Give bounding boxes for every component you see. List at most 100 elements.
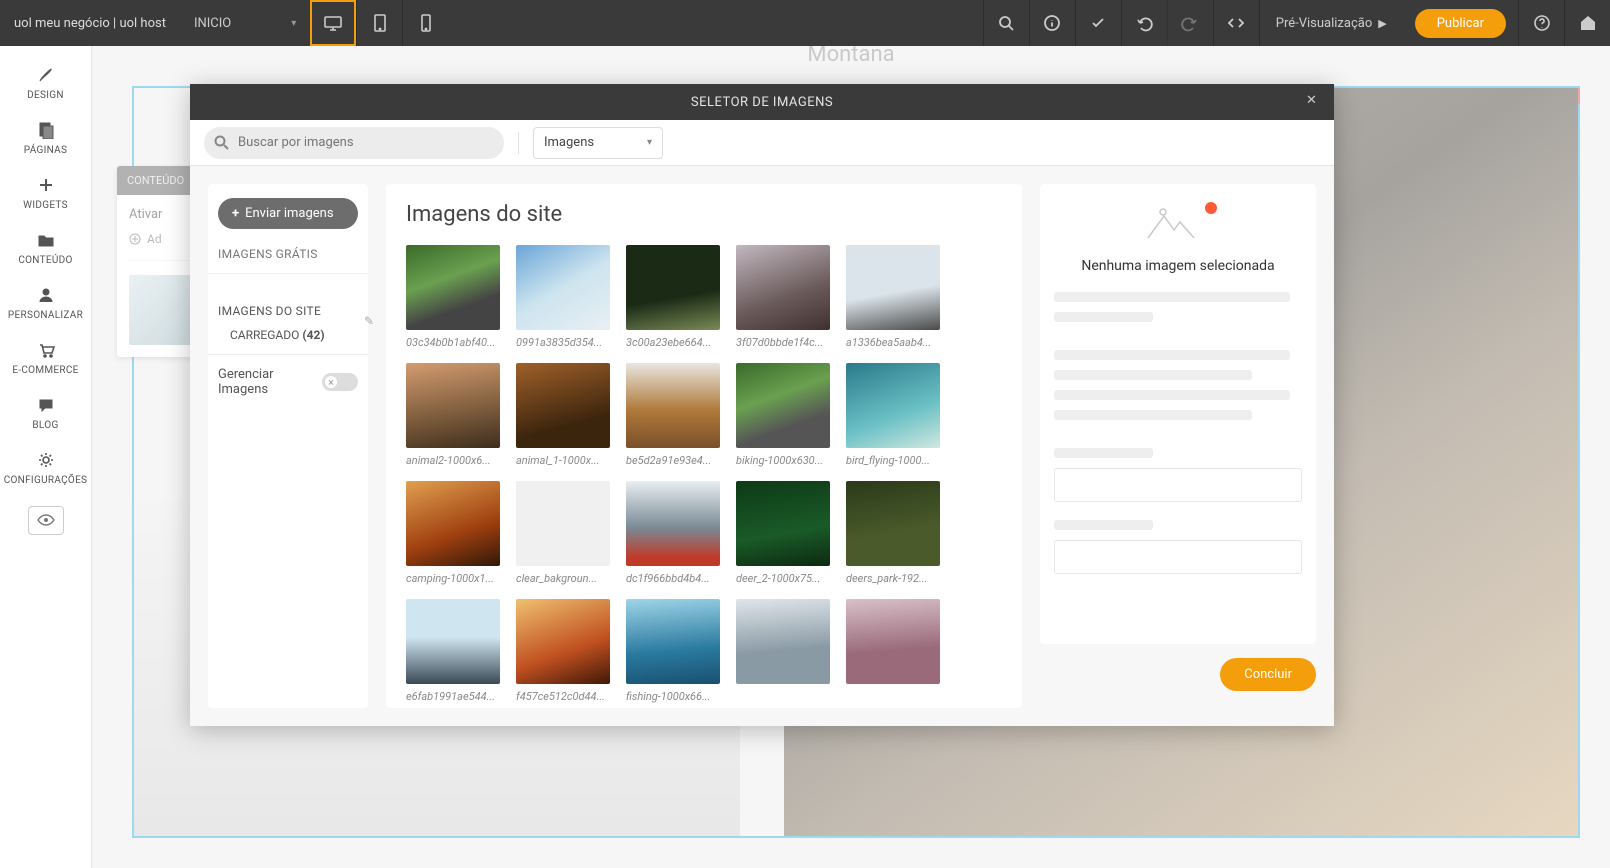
sidebar-item-design[interactable]: DESIGN <box>0 56 92 111</box>
site-images-section[interactable]: IMAGENS DO SITE <box>218 304 358 318</box>
image-thumbnail[interactable]: clear_bakgroun... <box>516 481 610 585</box>
thumbnail-label: animal_1-1000x... <box>516 454 610 467</box>
thumbnail-label: 3c00a23ebe664... <box>626 336 720 349</box>
modal-close-button[interactable]: ✕ <box>1306 93 1324 111</box>
image-thumbnail[interactable]: animal2-1000x6... <box>406 363 500 467</box>
manage-images-toggle[interactable] <box>322 373 358 391</box>
thumbnail-image[interactable] <box>736 599 830 684</box>
mobile-icon <box>416 13 436 33</box>
sidebar-item-ecommerce[interactable]: E-COMMERCE <box>0 331 92 386</box>
sidebar-item-pages[interactable]: PÁGINAS <box>0 111 92 166</box>
help-icon <box>1533 14 1551 32</box>
thumbnail-image[interactable] <box>736 481 830 566</box>
thumbnail-image[interactable] <box>736 245 830 330</box>
play-icon: ▶ <box>1378 17 1386 30</box>
image-thumbnail[interactable]: a1336bea5aab4... <box>846 245 940 349</box>
home-button[interactable] <box>1564 0 1610 46</box>
search-field-wrap <box>204 127 504 159</box>
chevron-down-icon: ▾ <box>291 18 296 29</box>
modal-right-pane: Nenhuma imagem selecionada Concluir <box>1040 184 1316 708</box>
thumbnail-image[interactable] <box>406 599 500 684</box>
thumbnail-label: e6fab1991ae544... <box>406 690 500 703</box>
help-button[interactable] <box>1518 0 1564 46</box>
thumbnail-label: f457ce512c0d44... <box>516 690 610 703</box>
cart-icon <box>37 341 55 359</box>
thumbnail-image[interactable] <box>406 363 500 448</box>
sidebar-item-content[interactable]: CONTEÚDO <box>0 221 92 276</box>
image-thumbnail[interactable]: deers_park-192... <box>846 481 940 585</box>
device-mobile-button[interactable] <box>402 0 448 46</box>
thumbnail-image[interactable] <box>516 245 610 330</box>
search-input[interactable] <box>204 127 504 159</box>
image-thumbnail[interactable] <box>736 599 830 703</box>
image-thumbnail[interactable] <box>846 599 940 703</box>
image-thumbnail[interactable]: be5d2a91e93e4... <box>626 363 720 467</box>
thumbnail-label: fishing-1000x66... <box>626 690 720 703</box>
free-images-section[interactable]: IMAGENS GRÁTIS <box>218 247 358 261</box>
image-thumbnail[interactable]: biking-1000x630... <box>736 363 830 467</box>
thumbnail-label: animal2-1000x6... <box>406 454 500 467</box>
image-thumbnail[interactable]: f457ce512c0d44... <box>516 599 610 703</box>
thumbnail-image[interactable] <box>846 599 940 684</box>
thumbnail-image[interactable] <box>626 363 720 448</box>
thumbnail-image[interactable] <box>626 481 720 566</box>
image-thumbnail[interactable]: dc1f966bbd4b4... <box>626 481 720 585</box>
image-thumbnail[interactable]: e6fab1991ae544... <box>406 599 500 703</box>
check-button[interactable] <box>1075 0 1121 46</box>
code-icon <box>1227 14 1245 32</box>
sidebar-item-settings[interactable]: CONFIGURAÇÕES <box>0 441 92 496</box>
image-thumbnail[interactable]: animal_1-1000x... <box>516 363 610 467</box>
brush-icon <box>37 66 55 84</box>
thumbnail-image[interactable] <box>736 363 830 448</box>
media-type-dropdown[interactable]: Imagens ▾ <box>533 127 663 159</box>
redo-button[interactable] <box>1167 0 1213 46</box>
thumbnail-label: biking-1000x630... <box>736 454 830 467</box>
image-thumbnail[interactable]: 3f07d0bbde1f4c... <box>736 245 830 349</box>
image-thumbnail[interactable]: camping-1000x1... <box>406 481 500 585</box>
preview-eye-button[interactable] <box>28 506 64 535</box>
device-desktop-button[interactable] <box>310 0 356 46</box>
thumbnail-image[interactable] <box>406 481 500 566</box>
thumbnail-image[interactable] <box>516 599 610 684</box>
thumbnail-image[interactable] <box>846 481 940 566</box>
thumbnail-image[interactable] <box>846 363 940 448</box>
thumbnail-image[interactable] <box>626 599 720 684</box>
sidebar-item-widgets[interactable]: WIDGETS <box>0 166 92 221</box>
thumbnail-image[interactable] <box>626 245 720 330</box>
image-thumbnail[interactable]: 3c00a23ebe664... <box>626 245 720 349</box>
sidebar-item-personalize[interactable]: PERSONALIZAR <box>0 276 92 331</box>
skeleton-placeholder <box>1054 292 1302 592</box>
finish-button[interactable]: Concluir <box>1220 658 1316 691</box>
preview-button[interactable]: Pré-Visualização ▶ <box>1259 0 1403 46</box>
pencil-icon[interactable]: ✎ <box>364 314 374 328</box>
image-thumbnail[interactable]: 0991a3835d354... <box>516 245 610 349</box>
gear-icon <box>37 451 55 469</box>
alert-dot-icon <box>1205 202 1217 214</box>
image-thumbnail[interactable]: fishing-1000x66... <box>626 599 720 703</box>
info-icon <box>1043 14 1061 32</box>
thumbnail-label: 0991a3835d354... <box>516 336 610 349</box>
image-thumbnail[interactable]: deer_2-1000x75... <box>736 481 830 585</box>
search-button[interactable] <box>983 0 1029 46</box>
sidebar-item-blog[interactable]: BLOG <box>0 386 92 441</box>
search-icon <box>997 14 1015 32</box>
undo-button[interactable] <box>1121 0 1167 46</box>
code-button[interactable] <box>1213 0 1259 46</box>
thumbnail-image[interactable] <box>846 245 940 330</box>
image-grid-pane: Imagens do site 03c34b0b1abf40...0991a38… <box>386 184 1022 708</box>
uploaded-filter[interactable]: CARREGADO (42) <box>218 328 358 342</box>
upload-images-button[interactable]: + Enviar imagens <box>218 198 358 229</box>
plus-icon: + <box>232 206 239 221</box>
image-thumbnail[interactable]: 03c34b0b1abf40... <box>406 245 500 349</box>
page-selector-dropdown[interactable]: INICIO ▾ <box>180 0 310 46</box>
brand-logo: uol meu negócio | uol host <box>0 16 180 31</box>
image-thumbnail[interactable]: bird_flying-1000... <box>846 363 940 467</box>
publish-button[interactable]: Publicar <box>1415 9 1506 38</box>
manage-images-label: Gerenciar Imagens <box>218 367 308 397</box>
device-tablet-button[interactable] <box>356 0 402 46</box>
thumbnail-image[interactable] <box>406 245 500 330</box>
thumbnail-image[interactable] <box>516 481 610 566</box>
modal-toolbar: Imagens ▾ <box>190 120 1334 166</box>
info-button[interactable] <box>1029 0 1075 46</box>
thumbnail-image[interactable] <box>516 363 610 448</box>
